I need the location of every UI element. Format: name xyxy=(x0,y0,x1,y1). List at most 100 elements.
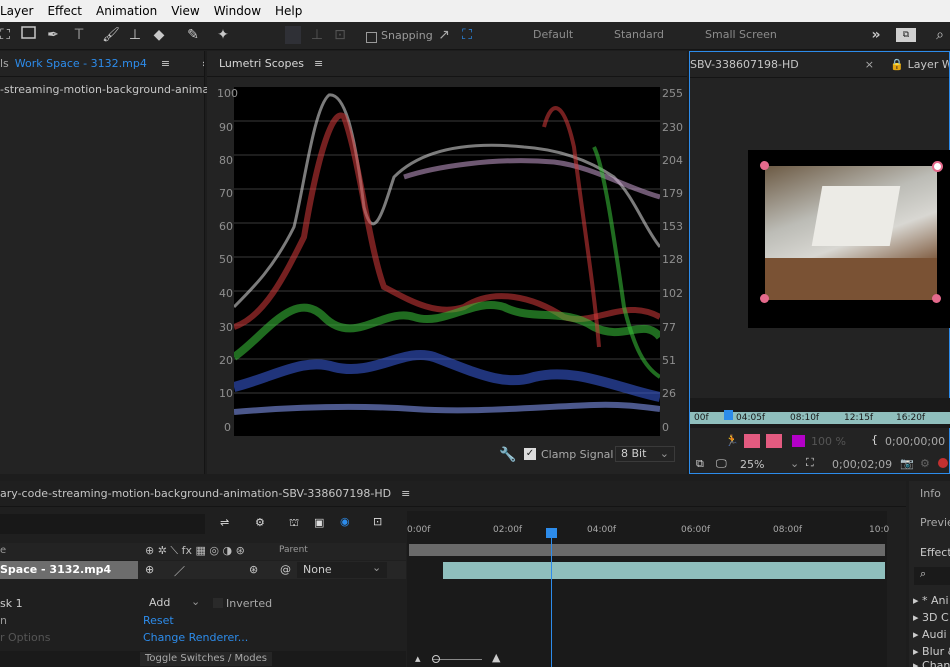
layer-tab-prefix[interactable]: Layer Wo xyxy=(908,58,949,71)
comp-mini-flowchart-icon[interactable]: ⇌ xyxy=(220,516,229,529)
3d-layer-switch-icon[interactable]: ⊛ xyxy=(249,563,258,576)
shy-switch-icon[interactable]: ⊕ xyxy=(145,563,154,576)
info-panel-tab[interactable]: Info xyxy=(920,487,941,500)
draft-3d-icon[interactable]: ⚙ xyxy=(255,516,265,529)
search-help-icon[interactable]: ⌕ xyxy=(930,26,950,44)
work-area-bar[interactable] xyxy=(409,544,885,556)
workspace-default[interactable]: Default xyxy=(533,28,573,41)
zoom-thumb[interactable] xyxy=(432,655,440,663)
layer-timecode-2[interactable]: 0;00;02;09 xyxy=(832,458,892,471)
clamp-signal-checkbox[interactable]: ✓ xyxy=(524,448,536,460)
current-time-indicator[interactable] xyxy=(551,529,552,667)
project-panel-tab[interactable]: Work Space - 3132.mp4 xyxy=(15,57,147,70)
snap-features-icon[interactable]: ⛶ xyxy=(459,26,475,44)
wrench-icon[interactable]: 🔧 xyxy=(499,447,516,463)
bit-depth-dropdown[interactable]: 8 Bit ⌄ xyxy=(615,446,675,462)
roto-brush-icon[interactable]: ✎ xyxy=(184,26,202,44)
zoom-in-icon[interactable]: ▲ xyxy=(492,651,500,664)
frame-blending-icon[interactable]: ▣ xyxy=(314,516,324,529)
camera-tool-icon[interactable]: ⛶ xyxy=(0,26,10,44)
type-tool-icon[interactable]: T xyxy=(70,26,88,44)
mask-vertex-handle[interactable] xyxy=(760,294,769,303)
effect-category[interactable]: ▸ * Ani xyxy=(913,592,949,609)
layer-playhead[interactable] xyxy=(724,410,733,420)
effect-category[interactable]: ▸ 3D C xyxy=(913,609,949,626)
panel-menu-icon[interactable]: ≡ xyxy=(401,487,410,500)
world-axis-icon[interactable]: ⊥ xyxy=(310,26,324,44)
pen-tool-icon[interactable]: ✒ xyxy=(44,26,62,44)
in-point-icon[interactable]: { xyxy=(871,433,878,446)
eraser-tool-icon[interactable]: ◆ xyxy=(150,26,168,44)
layer-timecode[interactable]: 0;00;00;00 xyxy=(885,435,945,448)
sync-settings-icon[interactable]: ⧉ xyxy=(896,28,916,42)
layer-name-cell[interactable]: Space - 3132.mp4 xyxy=(0,561,138,579)
region-of-interest-icon[interactable]: ⛶ xyxy=(806,456,814,470)
lock-icon[interactable]: 🔒 xyxy=(890,58,904,71)
opacity-value[interactable]: 100 % xyxy=(811,435,846,448)
view-axis-icon[interactable]: ⊡ xyxy=(333,26,347,44)
mask-vertex-handle[interactable] xyxy=(760,161,769,170)
inverted-checkbox[interactable] xyxy=(213,598,223,608)
layer-panel-tab[interactable]: SBV-338607198-HD xyxy=(690,58,799,71)
more-workspaces-icon[interactable]: » xyxy=(868,26,884,44)
puppet-pin-icon[interactable]: ✦ xyxy=(214,26,232,44)
menu-view[interactable]: View xyxy=(164,4,206,18)
show-snapshot-icon[interactable]: ⚙ xyxy=(920,457,930,470)
motion-icon[interactable] xyxy=(766,434,782,448)
clone-stamp-icon[interactable]: ⊥ xyxy=(126,26,144,44)
toggle-switches-button[interactable]: Toggle Switches / Modes xyxy=(140,652,272,666)
zoom-value[interactable]: 25% xyxy=(740,458,764,471)
menu-effect[interactable]: Effect xyxy=(40,4,89,18)
effects-search-input[interactable]: ⌕ xyxy=(914,567,950,585)
snap-edges-icon[interactable]: ↗ xyxy=(437,26,451,44)
effect-category[interactable]: ▸ Audi xyxy=(913,626,947,643)
local-axis-icon[interactable] xyxy=(285,26,301,44)
pick-whip-icon[interactable]: @ xyxy=(280,563,291,576)
menu-animation[interactable]: Animation xyxy=(89,4,164,18)
timeline-search-input[interactable] xyxy=(0,514,205,534)
workspace-small-screen[interactable]: Small Screen xyxy=(705,28,777,41)
timeline-ruler[interactable]: 0:00f 02:00f 04:00f 06:00f 08:00f 10:0 xyxy=(407,511,889,541)
overflow-icon[interactable]: » xyxy=(202,57,204,70)
reset-link[interactable]: Reset xyxy=(143,612,174,629)
menu-help[interactable]: Help xyxy=(268,4,309,18)
onion-skin-icon[interactable]: 🏃 xyxy=(725,434,739,447)
layer-time-ruler[interactable]: 00f 04:05f 08:10f 12:15f 16:20f xyxy=(690,398,950,428)
parent-dropdown[interactable]: None ⌄ xyxy=(297,561,387,578)
zoom-slider[interactable]: ▴ ▲ xyxy=(407,651,607,667)
rectangle-tool-icon[interactable] xyxy=(20,26,38,44)
layer-duration-bar[interactable] xyxy=(443,562,885,579)
comp-title[interactable]: ary-code-streaming-motion-background-ani… xyxy=(0,487,391,500)
snapshot-icon[interactable]: 📷 xyxy=(900,457,914,470)
playhead-handle[interactable] xyxy=(546,528,557,538)
change-renderer-link[interactable]: Change Renderer... xyxy=(143,629,248,646)
layer-row[interactable]: Space - 3132.mp4 ⊕ ／ ⊛ @ None ⌄ xyxy=(0,561,406,579)
close-icon[interactable]: × xyxy=(865,58,874,71)
monitor-icon[interactable]: 🖵 xyxy=(716,457,727,471)
workspace-standard[interactable]: Standard xyxy=(614,28,664,41)
scopes-panel-title[interactable]: Lumetri Scopes xyxy=(219,57,304,70)
panel-menu-icon[interactable]: ≡ xyxy=(314,57,323,70)
chevron-down-icon[interactable]: ⌄ xyxy=(790,457,799,470)
motion-blur-icon[interactable]: ◉ xyxy=(340,515,350,528)
mask-name[interactable]: sk 1 xyxy=(0,595,23,612)
mask-vertex-handle[interactable] xyxy=(932,161,943,172)
zoom-out-icon[interactable]: ▴ xyxy=(415,652,421,665)
view-options-icon[interactable]: ⧉ xyxy=(696,457,704,471)
mask-mode-dropdown[interactable]: Add ⌄ xyxy=(143,595,205,611)
mask-vertex-handle[interactable] xyxy=(932,294,941,303)
render-icon[interactable] xyxy=(744,434,760,448)
layer-color-swatch[interactable] xyxy=(792,435,805,447)
menu-layer[interactable]: Layer xyxy=(0,4,40,18)
preview-panel-tab[interactable]: Previe xyxy=(920,516,950,529)
quality-switch-icon[interactable]: ／ xyxy=(174,563,185,579)
graph-editor-icon[interactable]: ⊡ xyxy=(373,515,382,528)
panel-menu-icon[interactable]: ≡ xyxy=(161,57,170,70)
brush-tool-icon[interactable]: 🖌 xyxy=(102,26,120,44)
snapping-checkbox[interactable] xyxy=(366,30,377,43)
effect-category[interactable]: ▸ Chan xyxy=(913,657,950,667)
shy-icon[interactable]: ⛫ xyxy=(289,516,299,531)
effects-panel-tab[interactable]: Effect xyxy=(920,546,950,559)
project-item[interactable]: -streaming-motion-background-animati xyxy=(0,81,217,98)
menu-window[interactable]: Window xyxy=(207,4,268,18)
